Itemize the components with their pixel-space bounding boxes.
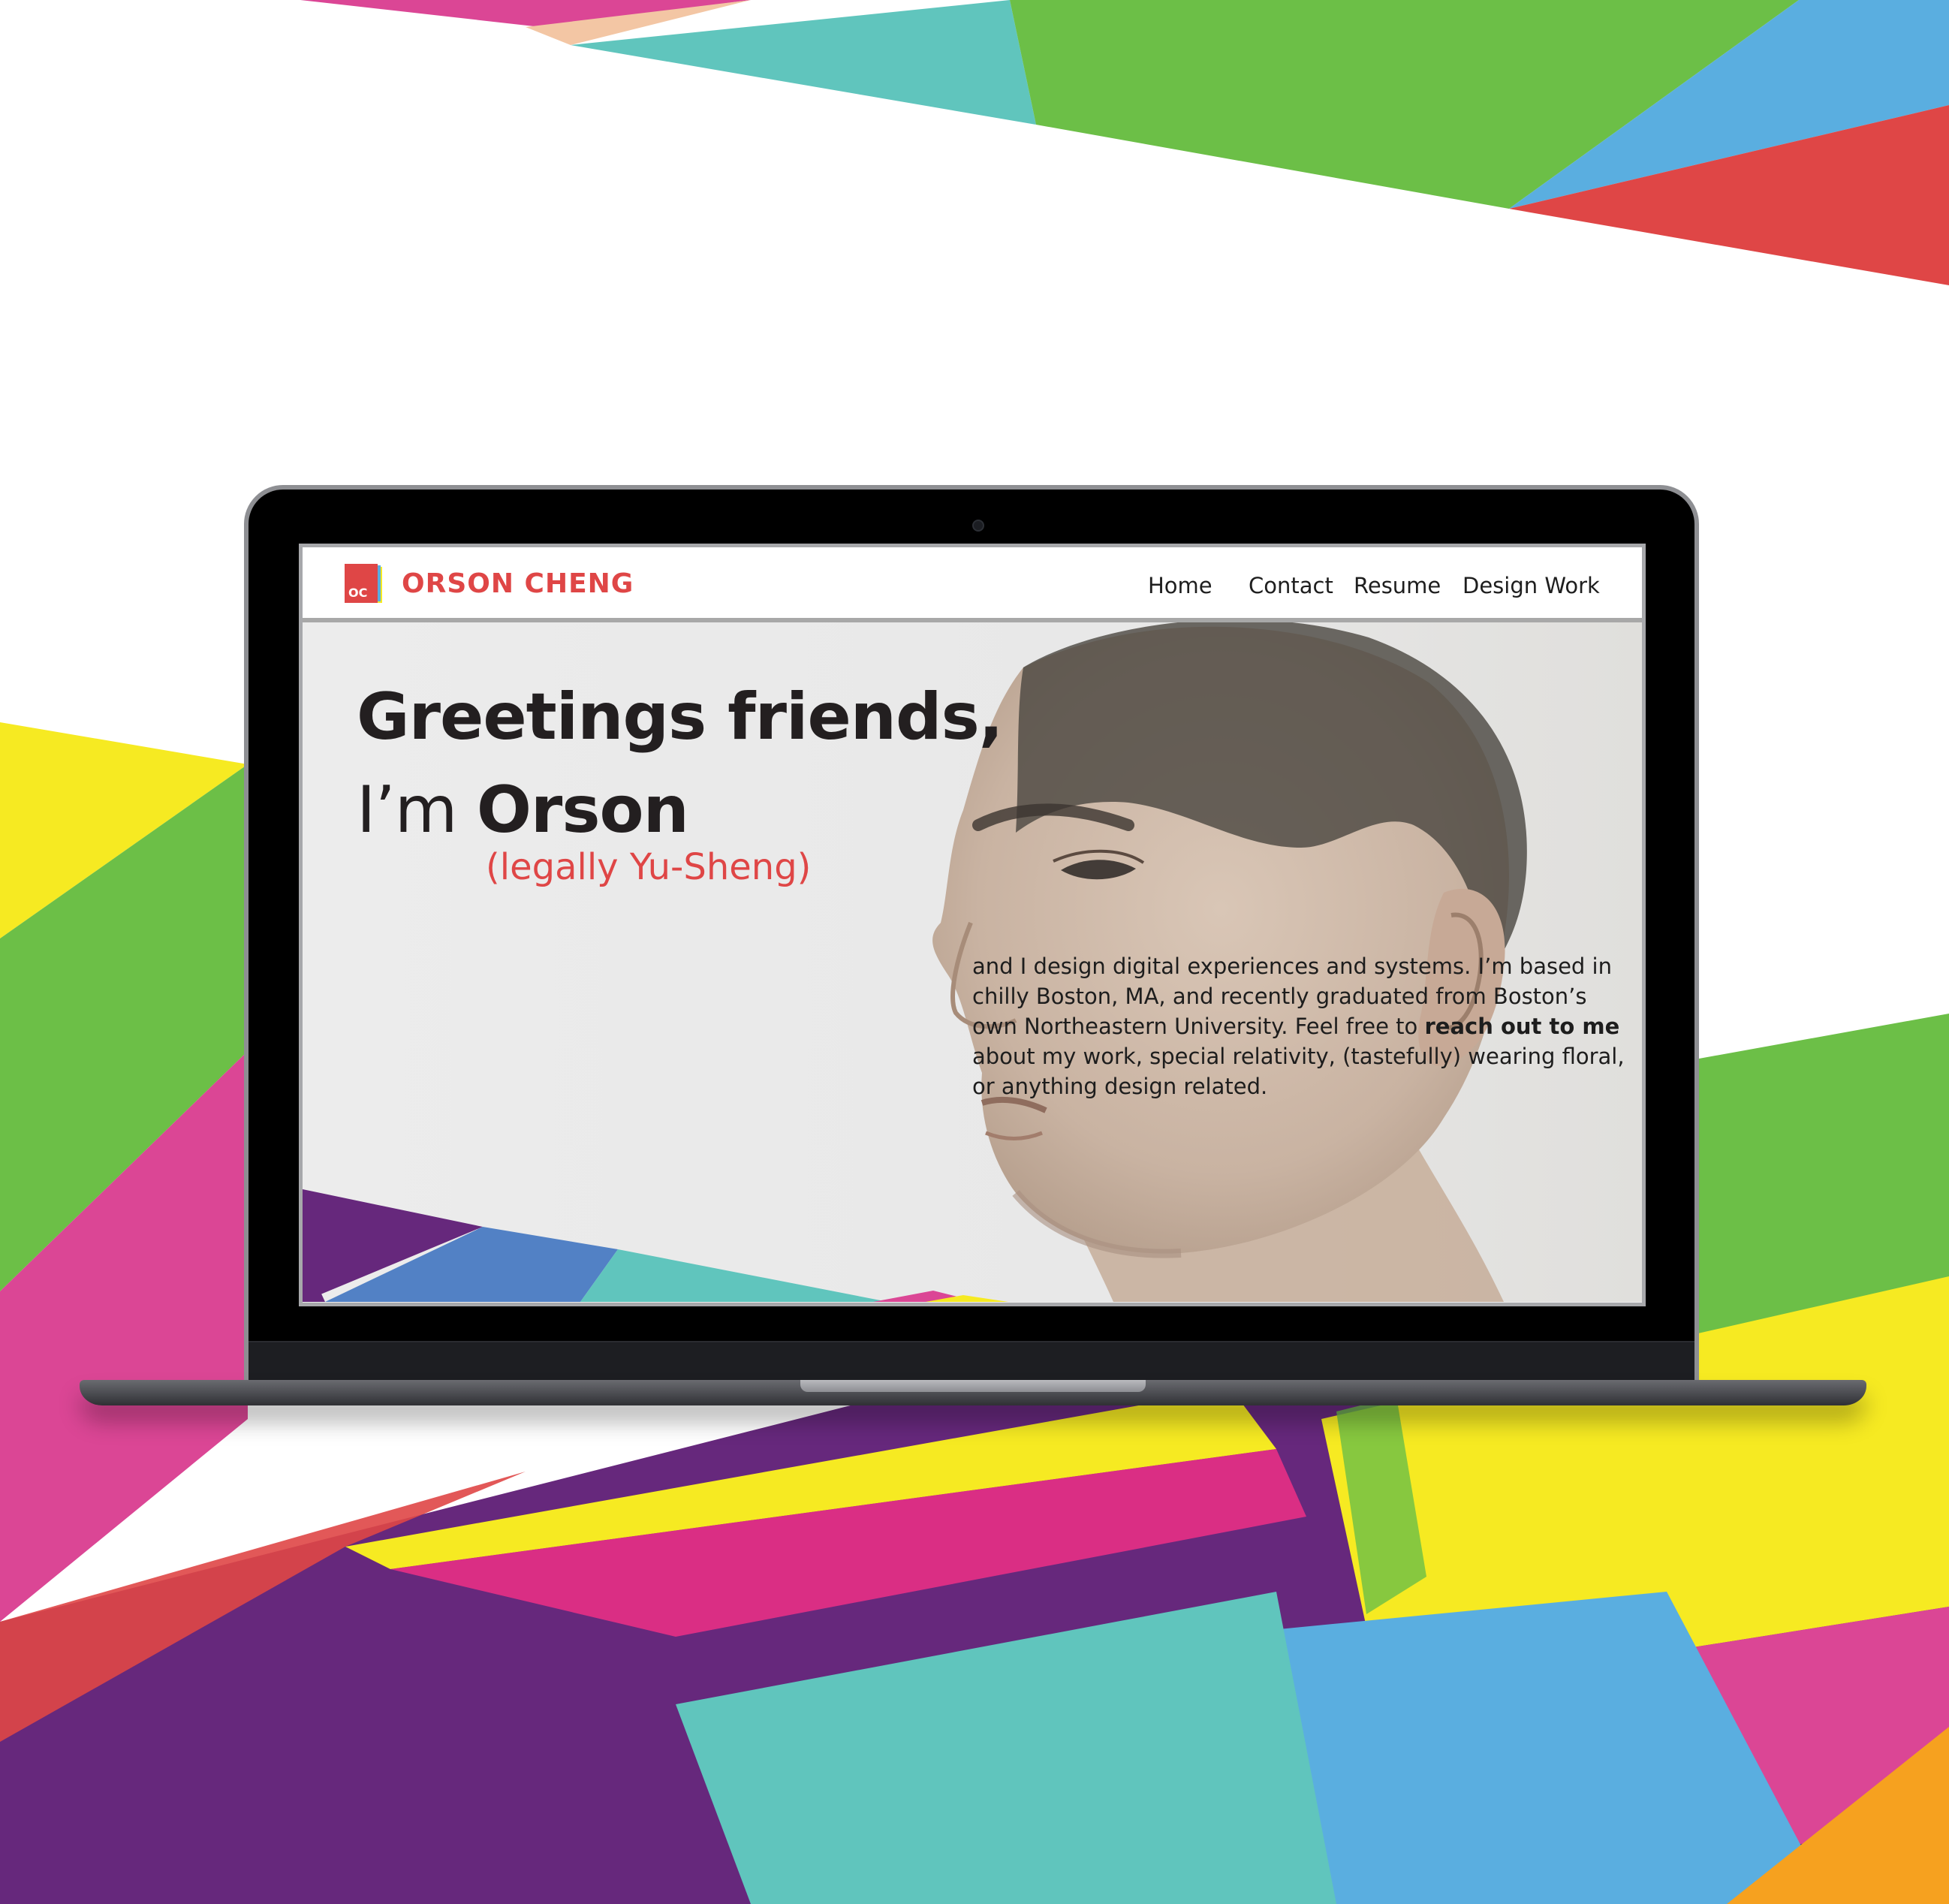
laptop-base (80, 1380, 1866, 1405)
site-header: OC ORSON CHENG Home Contact Resume Desig… (303, 547, 1642, 622)
headline-prefix: I’m (357, 773, 477, 848)
nav-resume-link[interactable]: Resume (1354, 573, 1441, 598)
headline-line-2: I’m Orson (357, 764, 1002, 857)
bio-text-end: about my work, special relativity, (tast… (972, 1044, 1625, 1099)
laptop-hinge-notch (800, 1380, 1146, 1392)
logo-icon[interactable]: OC (345, 564, 384, 606)
nav-home-link[interactable]: Home (1148, 573, 1212, 598)
hero-section: Greetings friends, I’m Orson (legally Yu… (303, 622, 1642, 1302)
hero-headline: Greetings friends, I’m Orson (357, 670, 1003, 857)
headline-name: Orson (476, 773, 689, 848)
headline-line-1: Greetings friends, (357, 679, 1003, 755)
nav-contact-link[interactable]: Contact (1249, 573, 1333, 598)
bio-paragraph: and I design digital experiences and sys… (972, 951, 1625, 1101)
website-viewport: OC ORSON CHENG Home Contact Resume Desig… (303, 547, 1642, 1303)
site-title[interactable]: ORSON CHENG (402, 568, 634, 599)
laptop-chin (249, 1341, 1694, 1381)
legal-name: (legally Yu-Sheng) (486, 846, 812, 888)
logo-initials: OC (348, 586, 367, 600)
nav-design-work-link[interactable]: Design Work (1463, 573, 1600, 598)
laptop-screen: OC ORSON CHENG Home Contact Resume Desig… (299, 544, 1646, 1306)
camera-icon (972, 520, 984, 532)
reach-out-link[interactable]: reach out to me (1425, 1014, 1620, 1039)
